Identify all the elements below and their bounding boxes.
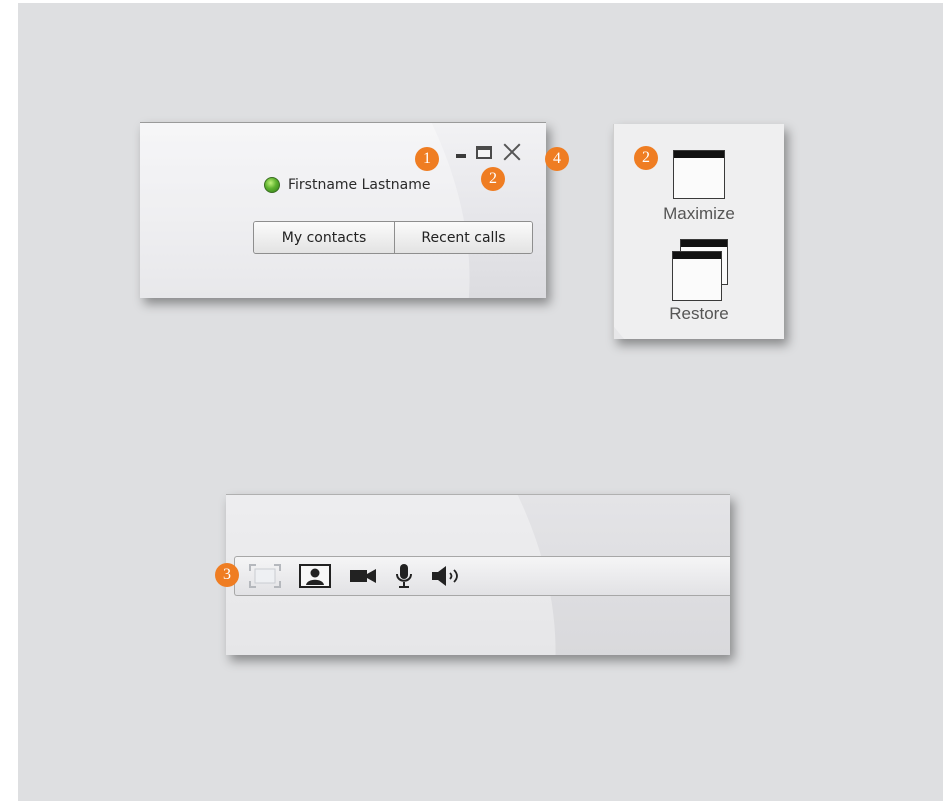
minimize-icon[interactable] — [456, 154, 466, 158]
client-window: Firstname Lastname My contacts Recent ca… — [140, 122, 546, 298]
call-toolbar-window — [226, 494, 730, 655]
fullscreen-icon[interactable] — [249, 564, 281, 588]
maximize-window-icon — [673, 150, 725, 199]
user-name: Firstname Lastname — [288, 177, 431, 193]
callout-3: 3 — [215, 563, 239, 587]
camera-icon[interactable] — [349, 564, 377, 588]
presence-status-icon — [264, 177, 280, 193]
call-toolbar — [234, 556, 730, 596]
restore-front-window — [672, 251, 722, 301]
user-presence: Firstname Lastname — [264, 177, 430, 193]
maximize-label: Maximize — [663, 204, 735, 223]
restore-label: Restore — [669, 304, 729, 323]
microphone-icon[interactable] — [395, 564, 413, 588]
close-icon[interactable] — [502, 142, 522, 162]
callout-4: 4 — [545, 147, 569, 171]
callout-1: 1 — [415, 147, 439, 171]
selfview-icon[interactable] — [299, 564, 331, 588]
tab-my-contacts[interactable]: My contacts — [254, 222, 394, 253]
window-controls — [456, 141, 522, 163]
callout-2: 2 — [481, 167, 505, 191]
maximize-icon[interactable] — [476, 145, 492, 159]
callout-2-legend: 2 — [634, 146, 658, 170]
view-switcher: My contacts Recent calls — [253, 221, 533, 254]
tab-recent-calls[interactable]: Recent calls — [394, 222, 532, 253]
speaker-icon[interactable] — [431, 564, 461, 588]
